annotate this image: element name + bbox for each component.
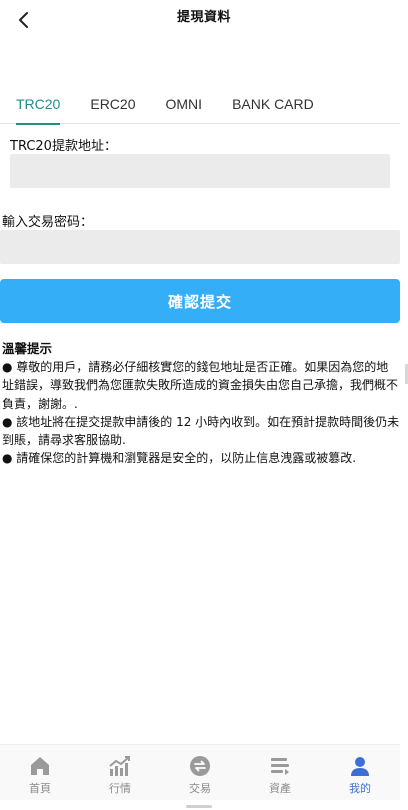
tab-trc20[interactable]: TRC20 bbox=[16, 86, 61, 125]
tip-item: ● 尊敬的用戶，請務必仔細核實您的錢包地址是否正確。如果因為您的地址錯誤，導致我… bbox=[2, 360, 399, 411]
password-input[interactable] bbox=[0, 230, 400, 264]
tip-item: ● 該地址將在提交提款申請後的 12 小時內收到。如在預計提款時間後仍未到賬，請… bbox=[2, 414, 400, 448]
wallet-icon bbox=[269, 755, 291, 777]
nav-assets[interactable]: 資產 bbox=[240, 745, 320, 800]
exchange-icon bbox=[189, 755, 211, 777]
tip-item: ● 請確保您的計算機和瀏覽器是安全的，以防止信息洩露或被篡改. bbox=[2, 451, 357, 466]
nav-label: 行情 bbox=[109, 782, 131, 795]
tips-title: 溫馨提示 bbox=[2, 341, 53, 356]
header-bar: 提現資料 bbox=[0, 0, 408, 36]
nav-label: 資產 bbox=[269, 782, 291, 795]
tab-erc20[interactable]: ERC20 bbox=[90, 86, 135, 124]
submit-button[interactable]: 確認提交 bbox=[0, 279, 400, 323]
nav-home[interactable]: 首頁 bbox=[0, 745, 80, 800]
address-input[interactable] bbox=[10, 154, 390, 188]
tips-section: 溫馨提示 ● 尊敬的用戶，請務必仔細核實您的錢包地址是否正確。如果因為您的地址錯… bbox=[2, 340, 400, 468]
home-indicator bbox=[186, 805, 212, 808]
nav-market[interactable]: 行情 bbox=[80, 745, 160, 800]
nav-label: 交易 bbox=[189, 782, 211, 795]
address-label: TRC20提款地址： bbox=[10, 139, 117, 154]
chart-icon bbox=[109, 755, 131, 777]
tab-omni[interactable]: OMNI bbox=[166, 86, 203, 124]
network-tabs: TRC20 ERC20 OMNI BANK CARD bbox=[0, 86, 400, 125]
nav-mine[interactable]: 我的 bbox=[320, 745, 400, 800]
page-title: 提現資料 bbox=[176, 10, 231, 25]
user-icon bbox=[349, 755, 371, 777]
tab-bank-card[interactable]: BANK CARD bbox=[232, 86, 314, 124]
nav-trade[interactable]: 交易 bbox=[160, 745, 240, 800]
nav-label: 我的 bbox=[349, 782, 371, 795]
home-icon bbox=[29, 755, 51, 777]
withdraw-page: 提現資料 TRC20 ERC20 OMNI BANK CARD TRC20提款地… bbox=[0, 0, 408, 810]
bottom-nav: 首頁 行情 交易 資產 我的 bbox=[0, 744, 400, 800]
password-label: 輸入交易密码： bbox=[2, 215, 94, 230]
nav-label: 首頁 bbox=[29, 782, 51, 795]
